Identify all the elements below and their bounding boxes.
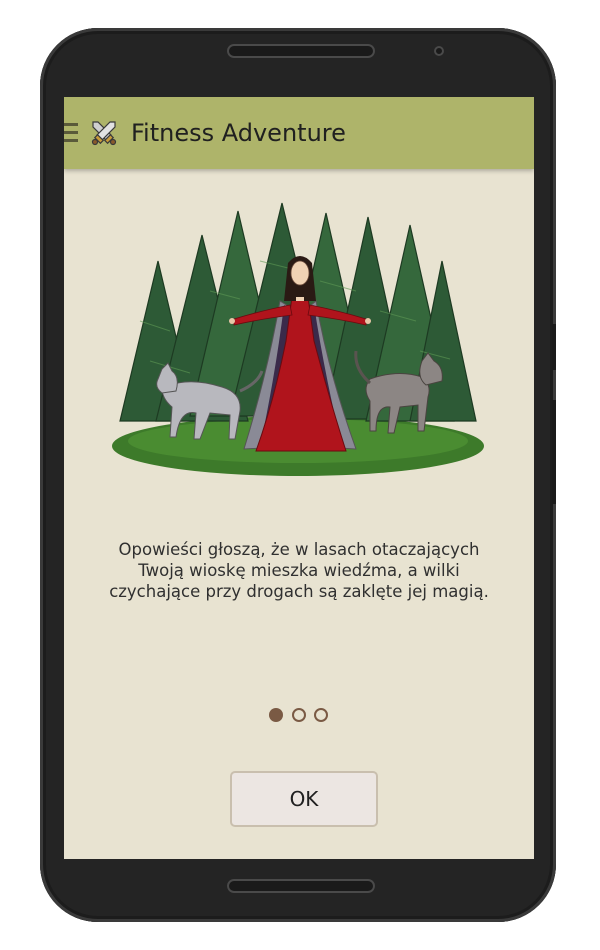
ok-button[interactable]: OK bbox=[230, 771, 378, 827]
story-line: Twoją wioskę mieszka wiedźma, a wilki bbox=[138, 561, 460, 580]
page-indicator bbox=[269, 708, 339, 726]
app-title: Fitness Adventure bbox=[131, 119, 346, 147]
app-bar: Fitness Adventure bbox=[64, 97, 534, 169]
bottom-speaker bbox=[227, 879, 375, 893]
volume-button[interactable] bbox=[552, 400, 556, 504]
story-line: Opowieści głoszą, że w lasach otaczający… bbox=[118, 540, 480, 559]
page-dot[interactable] bbox=[314, 708, 328, 722]
witch-forest-illustration bbox=[112, 202, 484, 476]
power-button[interactable] bbox=[552, 324, 556, 370]
app-screen: Fitness Adventure Opowieści głoszą, że w… bbox=[64, 97, 534, 859]
crossed-swords-icon[interactable] bbox=[90, 119, 118, 147]
story-line: czychające przy drogach są zaklęte jej m… bbox=[109, 582, 489, 601]
top-speaker bbox=[227, 44, 375, 58]
hamburger-menu-icon[interactable] bbox=[64, 123, 78, 143]
page-dot-active[interactable] bbox=[269, 708, 283, 722]
page-dot[interactable] bbox=[292, 708, 306, 722]
front-camera bbox=[434, 46, 444, 56]
story-text: Opowieści głoszą, że w lasach otaczający… bbox=[84, 539, 514, 602]
